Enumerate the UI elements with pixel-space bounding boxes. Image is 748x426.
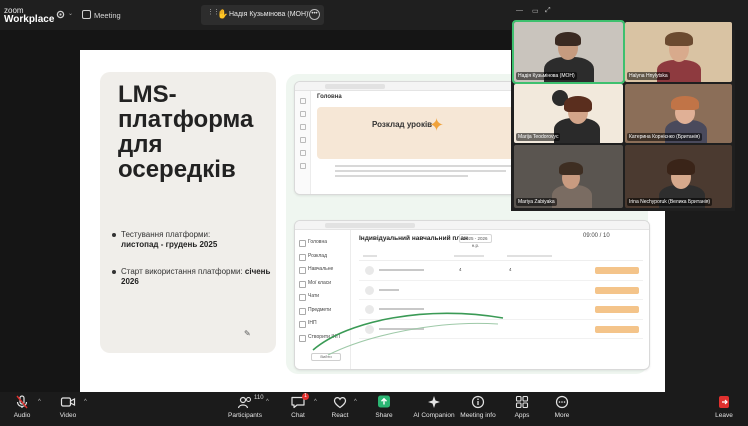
react-label: React — [331, 412, 349, 419]
participant-name: Надія Кузьмінова (МОН) — [516, 72, 577, 80]
slide-bullet-testing: Тестування платформи: листопад - грудень … — [112, 230, 272, 250]
apps-label: Apps — [514, 412, 530, 419]
sidebar-item: Навчальне — [295, 263, 350, 277]
ai-companion-button[interactable]: AI Companion — [408, 395, 460, 419]
participant-tile[interactable]: Marija Teodorovyc — [514, 84, 623, 143]
share-button[interactable]: Share — [362, 395, 406, 419]
apps-icon — [515, 395, 529, 409]
participant-name: Halyna Hnylytska — [627, 72, 670, 80]
slide-bullet-start: Старт використання платформи: січень 202… — [112, 267, 272, 287]
banner-title: Розклад уроків — [372, 120, 433, 129]
bullet2-label: Старт використання платформи: — [121, 267, 243, 276]
annotation-stroke — [312, 312, 504, 356]
more-icon — [555, 395, 569, 409]
bullet1-value: листопад - грудень 2025 — [121, 240, 218, 249]
video-label: Video — [59, 412, 77, 419]
leave-button[interactable]: Leave — [702, 395, 746, 419]
chat-unread-badge: 1 — [302, 393, 309, 400]
plan-time: 09:00 / 10 — [583, 233, 610, 239]
star-icon: ✦ — [429, 115, 445, 135]
ai-companion-label: AI Companion — [413, 412, 455, 419]
participants-icon — [237, 396, 251, 409]
slide-text-panel: LMS- платформа для осередків Тестування … — [100, 72, 276, 353]
zoom-workplace-logo[interactable]: zoom Workplace — [4, 6, 55, 25]
mockup-urlbar — [295, 221, 649, 230]
table-header — [359, 251, 643, 261]
video-options-chevron-icon[interactable]: ^ — [84, 399, 87, 405]
plan-title: Індивідуальний навчальний план — [359, 235, 468, 242]
meeting-icon — [82, 10, 91, 19]
react-chevron-icon[interactable]: ^ — [354, 399, 357, 405]
screen-share-indicator[interactable]: ⋮⋮ ✋ Надія Кузьмінова (МОН)'s scree ••• — [201, 5, 324, 25]
meeting-info-label: Meeting info — [460, 412, 496, 419]
meeting-label[interactable]: Meeting — [94, 11, 121, 20]
sparkle-icon — [428, 396, 440, 408]
microphone-muted-icon — [16, 395, 28, 409]
participant-name: Irina Nechyporuk (Велика Британія) — [627, 198, 713, 206]
share-screen-icon — [378, 395, 390, 408]
participants-chevron-icon[interactable]: ^ — [266, 399, 269, 405]
brand-line2: Workplace — [4, 14, 55, 25]
share-indicator-text: Надія Кузьмінова (МОН)'s scree — [229, 11, 309, 18]
video-camera-icon — [60, 397, 76, 407]
schedule-banner: Розклад уроків ✦ — [317, 107, 543, 159]
plan-year-select: 2025 - 2026 н.р. — [459, 234, 492, 248]
info-icon — [471, 395, 485, 409]
sidebar-item: Головна — [295, 236, 350, 250]
heart-icon — [333, 397, 347, 409]
gear-icon[interactable] — [55, 9, 66, 20]
share-label: Share — [375, 412, 393, 419]
participants-label: Participants — [228, 412, 262, 419]
bullet-dot — [112, 270, 116, 274]
table-row — [359, 281, 643, 300]
audio-label: Audio — [13, 412, 31, 419]
layout-toggle-icon[interactable]: ▭ — [532, 7, 539, 15]
mockup-heading: Головна — [317, 94, 342, 100]
apps-button[interactable]: Apps — [500, 395, 544, 419]
slide-title: LMS- платформа для осередків — [118, 81, 254, 183]
meeting-info-button[interactable]: Meeting info — [456, 395, 500, 419]
participant-tile[interactable]: Надія Кузьмінова (МОН) — [512, 20, 625, 84]
chevron-down-icon[interactable]: ⌄ — [68, 10, 73, 17]
participant-name: Катерина Корнієнко (Британія) — [627, 133, 702, 141]
participant-tile[interactable]: Halyna Hnylytska — [625, 22, 732, 82]
banner-description — [335, 165, 525, 181]
sidebar-item: Мої класи — [295, 277, 350, 291]
drag-handle-icon[interactable]: ⋮⋮ — [207, 9, 220, 19]
more-button[interactable]: More — [540, 395, 584, 419]
chat-chevron-icon[interactable]: ^ — [314, 399, 317, 405]
participant-name: Mariya Zabiyaka — [516, 198, 557, 206]
bullet-dot — [112, 233, 116, 237]
maximize-icon[interactable]: ⤢ — [545, 7, 551, 15]
participant-tile[interactable]: Катерина Корнієнко (Британія) — [625, 84, 732, 143]
meeting-toolbar: Audio ^ Video ^ Participants 110 ^ Chat … — [0, 392, 748, 426]
zoom-window: zoom Workplace ⌄ Meeting ⋮⋮ ✋ Надія Кузь… — [0, 0, 748, 426]
participant-tile[interactable]: Mariya Zabiyaka — [514, 145, 623, 208]
chat-label: Chat — [291, 412, 305, 419]
mockup-sidebar — [295, 91, 311, 194]
sidebar-item: Розклад — [295, 250, 350, 264]
participant-name: Marija Teodorovyc — [516, 133, 561, 141]
leave-label: Leave — [715, 412, 733, 419]
table-row: 44 — [359, 261, 643, 281]
participants-count: 110 — [254, 395, 264, 401]
minimize-icon[interactable]: — — [516, 7, 523, 14]
bullet1-label: Тестування платформи: — [121, 230, 211, 239]
more-label: More — [554, 412, 570, 419]
more-options-icon[interactable]: ••• — [309, 9, 320, 20]
audio-options-chevron-icon[interactable]: ^ — [38, 399, 41, 405]
pen-icon: ✎ — [244, 329, 251, 338]
video-gallery: Надія Кузьмінова (МОН) Halyna Hnylytska … — [511, 19, 735, 211]
hand-icon: ✋ — [217, 9, 229, 19]
participant-tile[interactable]: Irina Nechyporuk (Велика Британія) — [625, 145, 732, 208]
leave-icon — [719, 396, 729, 408]
